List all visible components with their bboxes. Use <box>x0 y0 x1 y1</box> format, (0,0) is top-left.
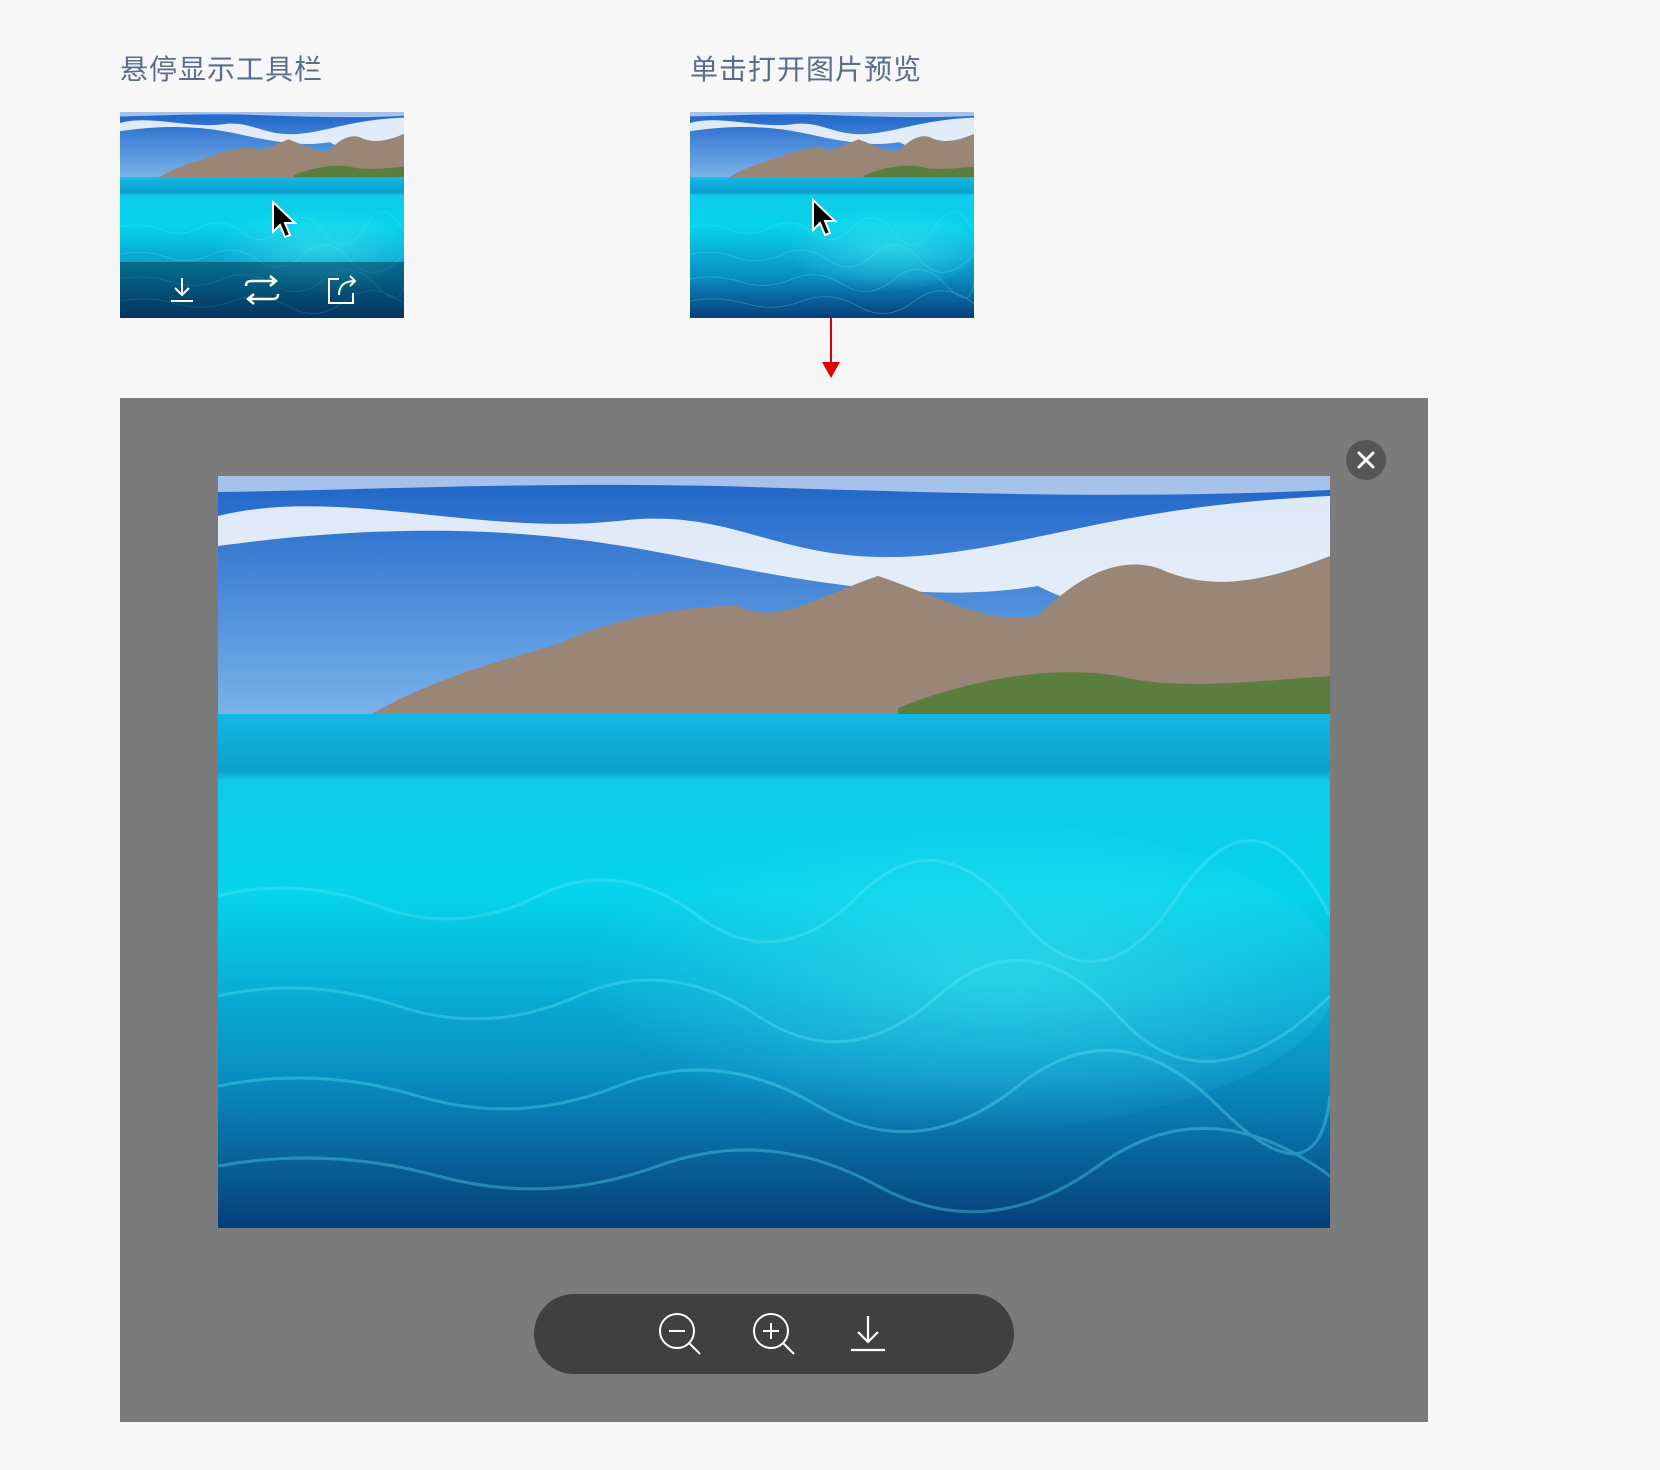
download-button[interactable] <box>842 1308 894 1360</box>
arrow-down-icon <box>822 362 840 378</box>
zoom-out-button[interactable] <box>654 1308 706 1360</box>
preview-toolbar <box>534 1294 1014 1374</box>
swap-button[interactable] <box>240 268 284 312</box>
download-icon <box>171 278 193 302</box>
zoom-in-icon <box>753 1313 795 1355</box>
download-icon <box>851 1316 885 1352</box>
caption-hover: 悬停显示工具栏 <box>120 53 324 86</box>
download-button[interactable] <box>160 268 204 312</box>
zoom-in-button[interactable] <box>748 1308 800 1360</box>
swap-icon <box>244 275 280 305</box>
share-button[interactable] <box>320 268 364 312</box>
flow-arrow-line <box>830 318 832 364</box>
close-button[interactable] <box>1346 440 1386 480</box>
close-icon <box>1357 451 1375 469</box>
mouse-cursor-icon <box>272 200 298 239</box>
thumbnail-hover[interactable] <box>120 112 404 318</box>
preview-image <box>218 476 1330 1228</box>
mouse-cursor-icon <box>812 198 838 237</box>
zoom-out-icon <box>659 1313 701 1355</box>
caption-click: 单击打开图片预览 <box>690 53 923 86</box>
image-preview-modal <box>120 398 1428 1422</box>
share-icon <box>328 275 357 304</box>
preview-image-scene <box>218 476 1330 1228</box>
hover-toolbar <box>120 262 404 318</box>
thumbnail-click[interactable] <box>690 112 974 318</box>
